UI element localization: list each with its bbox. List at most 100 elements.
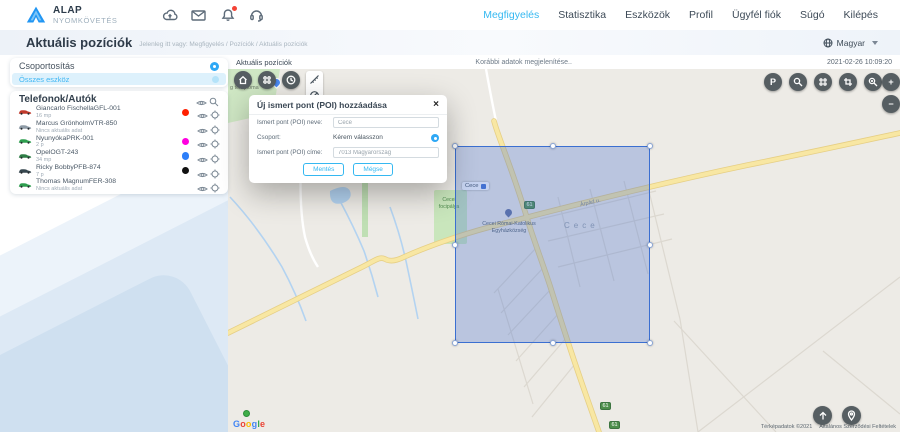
- device-color-dot: [182, 182, 190, 190]
- alap-logo-icon: [26, 5, 46, 25]
- device-row-giancarlo[interactable]: Giancarlo FischellaGFL-00116 mp: [10, 105, 228, 120]
- recenter-button[interactable]: [813, 406, 832, 425]
- device-status: 34 mp: [36, 157, 182, 163]
- device-name: Thomas MagnumFER-308: [36, 178, 182, 186]
- device-name: Ricky BobbyPFB-874: [36, 164, 182, 172]
- all-devices-label: Összes eszköz: [19, 75, 69, 84]
- car-icon: [18, 108, 32, 116]
- markers-button[interactable]: [258, 71, 276, 89]
- zoom-search-button[interactable]: [789, 73, 807, 91]
- poi-p-button[interactable]: P: [764, 73, 782, 91]
- grouping-toggle[interactable]: [210, 62, 219, 71]
- poi-address-input[interactable]: [333, 147, 439, 158]
- crop-icon: [843, 77, 853, 87]
- device-locate-icon[interactable]: [210, 107, 220, 117]
- cloud-sync-icon[interactable]: [162, 7, 178, 23]
- home-button[interactable]: [234, 71, 252, 89]
- device-status: 16 mp: [36, 113, 182, 119]
- poi-address-row: Ismert pont (POI) címe:: [249, 145, 447, 160]
- poi-name-label: Ismert pont (POI) neve:: [257, 119, 333, 126]
- device-locate-icon[interactable]: [210, 180, 220, 190]
- save-button[interactable]: Mentés: [303, 163, 344, 176]
- nav-ugyfel-fiok[interactable]: Ügyfél fiók: [732, 9, 781, 21]
- area-select-button[interactable]: [839, 73, 857, 91]
- history-data-link[interactable]: Korábbi adatok megjelenítése..: [475, 59, 572, 66]
- device-status: Nincs aktuális adat: [36, 128, 182, 134]
- poi-name-input[interactable]: [333, 117, 439, 128]
- device-eye-icon[interactable]: [197, 151, 207, 161]
- car-icon: [18, 123, 32, 131]
- device-name: NyunyókaPRK-001: [36, 135, 182, 143]
- selection-handle-ne[interactable]: [647, 143, 653, 149]
- google-logo[interactable]: Google: [233, 419, 265, 429]
- device-row-thomas[interactable]: Thomas MagnumFER-308Nincs aktuális adat: [10, 178, 228, 193]
- device-row-opel[interactable]: OpelOGT-24334 mp: [10, 149, 228, 164]
- header-icon-group: [162, 7, 265, 23]
- measure-ruler-icon[interactable]: [309, 74, 320, 85]
- support-headset-icon[interactable]: [249, 7, 265, 23]
- device-eye-icon[interactable]: [197, 166, 207, 176]
- device-row-nyunyoka[interactable]: NyunyókaPRK-0012 p: [10, 134, 228, 149]
- selection-handle-sw[interactable]: [452, 340, 458, 346]
- all-devices-row[interactable]: Összes eszköz: [12, 73, 226, 85]
- language-label: Magyar: [837, 38, 865, 48]
- nav-sugo[interactable]: Súgó: [800, 9, 825, 21]
- nav-kilepes[interactable]: Kilépés: [844, 9, 878, 21]
- show-all-eye-icon[interactable]: [196, 94, 206, 104]
- selection-handle-e[interactable]: [647, 242, 653, 248]
- messages-icon[interactable]: [191, 7, 207, 23]
- device-color-dot: [182, 138, 190, 146]
- modal-title: Új ismert pont (POI) hozzáadása: [257, 100, 433, 110]
- device-locate-icon[interactable]: [210, 166, 220, 176]
- poi-group-value[interactable]: Kérem válasszon: [333, 134, 431, 141]
- zoom-area-button[interactable]: [864, 73, 882, 91]
- terms-link[interactable]: Általános Szerződési Feltételek: [819, 424, 896, 430]
- nav-statisztika[interactable]: Statisztika: [558, 9, 606, 21]
- nav-profil[interactable]: Profil: [689, 9, 713, 21]
- brand-logo[interactable]: ALAP NYOMKÖVETÉS: [26, 5, 118, 25]
- zoom-in-button[interactable]: +: [882, 73, 900, 91]
- poi-group-row: Csoport: Kérem válasszon: [249, 130, 447, 145]
- device-row-ricky[interactable]: Ricky BobbyPFB-8747 p: [10, 163, 228, 178]
- selection-handle-nw[interactable]: [452, 143, 458, 149]
- device-marker-green[interactable]: [243, 410, 250, 417]
- device-eye-icon[interactable]: [197, 136, 207, 146]
- poi-group-label: Csoport:: [257, 134, 333, 141]
- page-header: Aktuális pozíciók Jelenleg itt vagy: Meg…: [0, 30, 900, 55]
- selection-handle-w[interactable]: [452, 242, 458, 248]
- poi-marker-button[interactable]: [842, 406, 861, 425]
- nav-megfigyeles[interactable]: Megfigyelés: [483, 9, 539, 21]
- zoom-out-button[interactable]: −: [882, 95, 900, 113]
- device-eye-icon[interactable]: [197, 107, 207, 117]
- device-locate-icon[interactable]: [210, 151, 220, 161]
- device-locate-icon[interactable]: [210, 122, 220, 132]
- add-poi-modal: Új ismert pont (POI) hozzáadása × Ismert…: [249, 95, 447, 183]
- map-panel-header: Aktuális pozíciók Korábbi adatok megjele…: [228, 55, 900, 69]
- nav-eszkozok[interactable]: Eszközök: [625, 9, 670, 21]
- selection-handle-s[interactable]: [550, 340, 556, 346]
- attribution-copyright: Térképadatok ©2021: [761, 424, 812, 430]
- map-selection-rectangle[interactable]: [455, 146, 650, 343]
- history-button[interactable]: [282, 71, 300, 89]
- notifications-bell-icon[interactable]: [220, 7, 236, 23]
- cancel-button[interactable]: Mégse: [353, 163, 393, 176]
- device-color-dot: [182, 123, 190, 131]
- close-icon[interactable]: ×: [433, 100, 439, 110]
- fit-all-button[interactable]: [814, 73, 832, 91]
- search-devices-icon[interactable]: [209, 94, 219, 104]
- pin-icon: [847, 410, 856, 421]
- device-row-marcus[interactable]: Marcus GrönholmVTR-850Nincs aktuális ada…: [10, 120, 228, 135]
- magnifier-plus-icon: [868, 77, 878, 87]
- device-eye-icon[interactable]: [197, 122, 207, 132]
- car-icon: [18, 152, 32, 160]
- selection-handle-n[interactable]: [550, 143, 556, 149]
- car-icon: [18, 167, 32, 175]
- selection-handle-se[interactable]: [647, 340, 653, 346]
- language-selector[interactable]: Magyar: [823, 38, 878, 48]
- device-eye-icon[interactable]: [197, 180, 207, 190]
- page-title: Aktuális pozíciók: [26, 35, 132, 50]
- arrow-up-icon: [818, 411, 828, 421]
- device-locate-icon[interactable]: [210, 136, 220, 146]
- poi-address-label: Ismert pont (POI) címe:: [257, 149, 333, 156]
- group-select-toggle[interactable]: [431, 134, 439, 142]
